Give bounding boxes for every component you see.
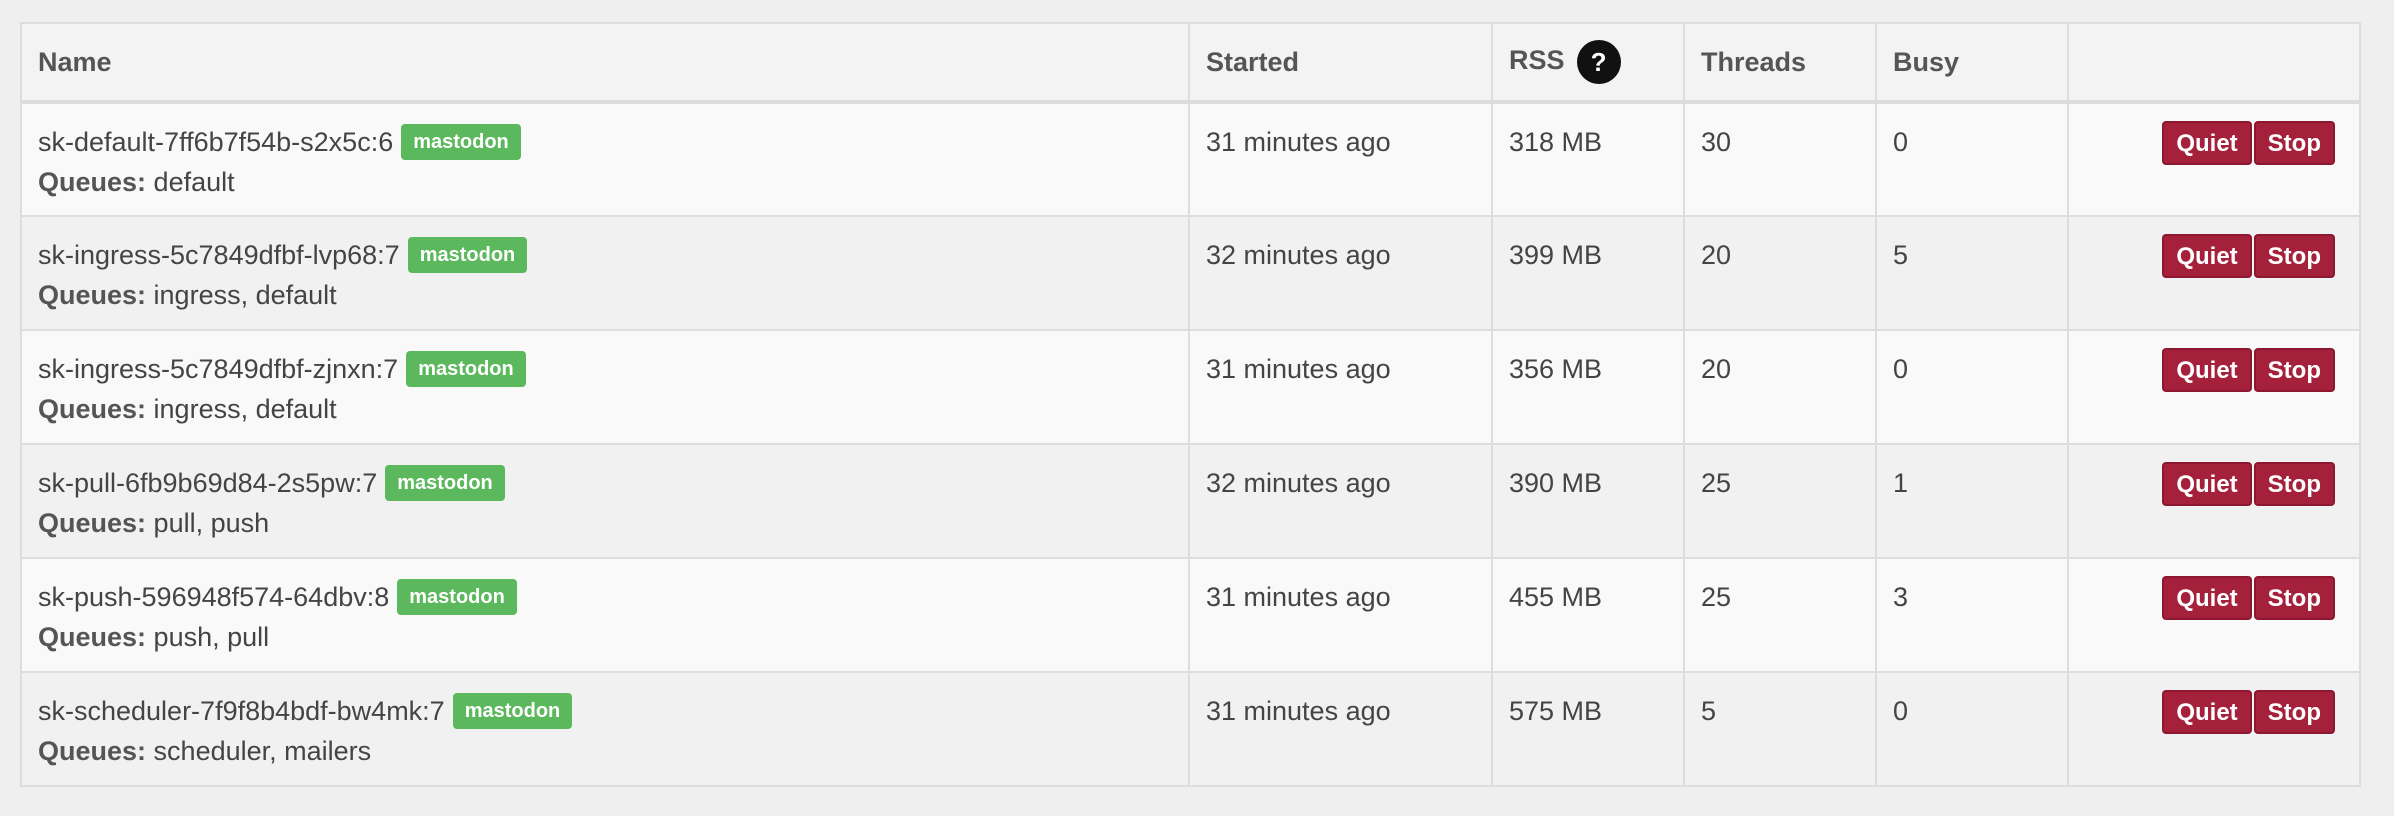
process-name: sk-default-7ff6b7f54b-s2x5c:6 <box>38 127 394 157</box>
process-name: sk-scheduler-7f9f8b4bdf-bw4mk:7 <box>38 696 445 726</box>
table-row: sk-push-596948f574-64dbv:8 mastodon Queue… <box>20 557 2361 673</box>
col-header-rss: RSS? <box>1491 22 1685 104</box>
queues-label: Queues: <box>38 167 147 197</box>
stop-button[interactable]: Stop <box>2253 576 2335 620</box>
queues-value: push, pull <box>153 622 270 652</box>
quiet-button[interactable]: Quiet <box>2162 462 2252 506</box>
started-cell: 31 minutes ago <box>1188 671 1493 787</box>
table-row: sk-ingress-5c7849dfbf-zjnxn:7 mastodon Qu… <box>20 329 2361 445</box>
busy-cell: 5 <box>1875 215 2069 331</box>
busy-cell: 1 <box>1875 443 2069 559</box>
queues-value: pull, push <box>153 508 270 538</box>
actions-cell: Quiet Stop <box>2067 671 2361 787</box>
queues-value: ingress, default <box>153 394 337 424</box>
queues-line: Queues: ingress, default <box>38 275 1188 315</box>
process-tag-badge: mastodon <box>397 579 517 615</box>
actions-cell: Quiet Stop <box>2067 329 2361 445</box>
process-tag-badge: mastodon <box>406 351 526 387</box>
rss-cell: 575 MB <box>1491 671 1685 787</box>
process-cell: sk-ingress-5c7849dfbf-lvp68:7 mastodon Qu… <box>20 215 1190 331</box>
col-header-threads: Threads <box>1683 22 1877 104</box>
queues-line: Queues: pull, push <box>38 503 1188 543</box>
process-tag-badge: mastodon <box>401 124 521 160</box>
quiet-button[interactable]: Quiet <box>2162 690 2252 734</box>
rss-cell: 390 MB <box>1491 443 1685 559</box>
queues-label: Queues: <box>38 394 147 424</box>
table-row: sk-ingress-5c7849dfbf-lvp68:7 mastodon Qu… <box>20 215 2361 331</box>
started-cell: 31 minutes ago <box>1188 101 1493 217</box>
queues-value: default <box>153 167 235 197</box>
process-cell: sk-ingress-5c7849dfbf-zjnxn:7 mastodon Qu… <box>20 329 1190 445</box>
threads-cell: 5 <box>1683 671 1877 787</box>
actions-cell: Quiet Stop <box>2067 215 2361 331</box>
process-tag-badge: mastodon <box>452 693 573 729</box>
help-icon[interactable]: ? <box>1576 40 1621 84</box>
queues-line: Queues: scheduler, mailers <box>38 731 1188 771</box>
queues-line: Queues: default <box>38 162 1188 202</box>
col-header-name: Name <box>20 22 1190 104</box>
quiet-button[interactable]: Quiet <box>2162 348 2252 392</box>
quiet-button[interactable]: Quiet <box>2162 121 2252 165</box>
queues-label: Queues: <box>38 736 147 766</box>
queues-label: Queues: <box>38 622 147 652</box>
actions-cell: Quiet Stop <box>2067 557 2361 673</box>
threads-cell: 20 <box>1683 329 1877 445</box>
col-header-busy: Busy <box>1875 22 2069 104</box>
threads-cell: 25 <box>1683 557 1877 673</box>
processes-table-container: Name Started RSS? Threads Busy sk-defaul… <box>20 22 2361 787</box>
queues-label: Queues: <box>38 508 147 538</box>
stop-button[interactable]: Stop <box>2253 121 2335 165</box>
rss-cell: 455 MB <box>1491 557 1685 673</box>
busy-cell: 0 <box>1875 101 2069 217</box>
process-cell: sk-default-7ff6b7f54b-s2x5c:6 mastodon Qu… <box>20 101 1190 217</box>
queues-label: Queues: <box>38 280 147 310</box>
started-cell: 32 minutes ago <box>1188 215 1493 331</box>
process-name: sk-push-596948f574-64dbv:8 <box>38 582 390 612</box>
process-name: sk-pull-6fb9b69d84-2s5pw:7 <box>38 468 378 498</box>
queues-line: Queues: push, pull <box>38 617 1188 657</box>
rss-cell: 356 MB <box>1491 329 1685 445</box>
rss-cell: 318 MB <box>1491 101 1685 217</box>
table-row: sk-pull-6fb9b69d84-2s5pw:7 mastodon Queue… <box>20 443 2361 559</box>
col-header-started: Started <box>1188 22 1493 104</box>
stop-button[interactable]: Stop <box>2253 690 2335 734</box>
col-header-rss-label: RSS <box>1509 45 1565 76</box>
busy-cell: 0 <box>1875 329 2069 445</box>
processes-table: Name Started RSS? Threads Busy sk-defaul… <box>20 22 2361 787</box>
quiet-button[interactable]: Quiet <box>2162 234 2252 278</box>
stop-button[interactable]: Stop <box>2253 348 2335 392</box>
started-cell: 31 minutes ago <box>1188 557 1493 673</box>
stop-button[interactable]: Stop <box>2253 462 2335 506</box>
quiet-button[interactable]: Quiet <box>2162 576 2252 620</box>
process-name: sk-ingress-5c7849dfbf-lvp68:7 <box>38 240 400 270</box>
queues-value: scheduler, mailers <box>153 736 372 766</box>
threads-cell: 30 <box>1683 101 1877 217</box>
process-tag-badge: mastodon <box>385 465 505 501</box>
process-tag-badge: mastodon <box>407 237 528 273</box>
busy-cell: 3 <box>1875 557 2069 673</box>
table-row: sk-scheduler-7f9f8b4bdf-bw4mk:7 mastodon … <box>20 671 2361 787</box>
started-cell: 31 minutes ago <box>1188 329 1493 445</box>
table-row: sk-default-7ff6b7f54b-s2x5c:6 mastodon Qu… <box>20 101 2361 217</box>
process-cell: sk-push-596948f574-64dbv:8 mastodon Queue… <box>20 557 1190 673</box>
actions-cell: Quiet Stop <box>2067 443 2361 559</box>
threads-cell: 20 <box>1683 215 1877 331</box>
rss-cell: 399 MB <box>1491 215 1685 331</box>
busy-cell: 0 <box>1875 671 2069 787</box>
queues-line: Queues: ingress, default <box>38 389 1188 429</box>
process-cell: sk-pull-6fb9b69d84-2s5pw:7 mastodon Queue… <box>20 443 1190 559</box>
started-cell: 32 minutes ago <box>1188 443 1493 559</box>
table-header-row: Name Started RSS? Threads Busy <box>20 22 2361 104</box>
stop-button[interactable]: Stop <box>2253 234 2335 278</box>
process-cell: sk-scheduler-7f9f8b4bdf-bw4mk:7 mastodon … <box>20 671 1190 787</box>
queues-value: ingress, default <box>153 280 337 310</box>
col-header-actions <box>2067 22 2361 104</box>
threads-cell: 25 <box>1683 443 1877 559</box>
actions-cell: Quiet Stop <box>2067 101 2361 217</box>
process-name: sk-ingress-5c7849dfbf-zjnxn:7 <box>38 354 399 384</box>
